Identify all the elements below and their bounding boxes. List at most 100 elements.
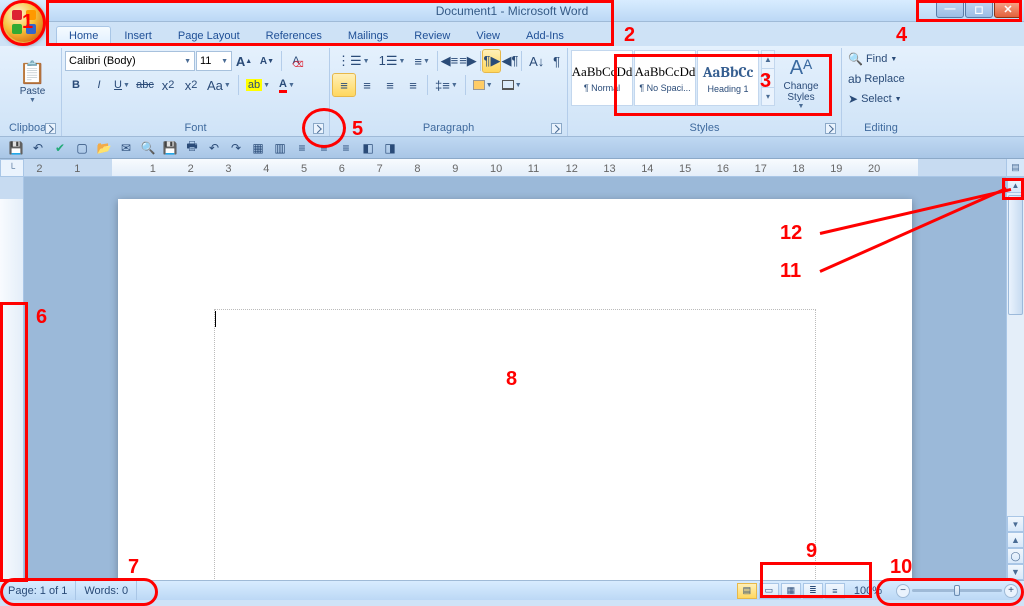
italic-button[interactable]: I — [88, 74, 110, 96]
ruler-toggle-button[interactable]: ▤ — [1006, 159, 1024, 176]
bullets-button[interactable]: ⋮☰▼ — [333, 50, 374, 72]
qat-save2-button[interactable]: 💾 — [160, 139, 180, 157]
qat-right-button[interactable]: ≡ — [336, 139, 356, 157]
find-button[interactable]: 🔍Find▼ — [845, 50, 917, 68]
bold-button[interactable]: B — [65, 74, 87, 96]
tab-view[interactable]: View — [463, 26, 513, 46]
styles-down-button[interactable]: ▼ — [762, 69, 774, 87]
rtl-button[interactable]: ◀¶ — [501, 50, 518, 72]
browse-object-button[interactable]: ◯ — [1007, 548, 1024, 564]
font-size-select[interactable]: 11▼ — [196, 51, 232, 71]
show-marks-button[interactable]: ¶ — [549, 50, 564, 72]
qat-open-button[interactable]: 📂 — [94, 139, 114, 157]
scroll-track[interactable] — [1007, 193, 1024, 516]
qat-center-button[interactable]: ≡ — [314, 139, 334, 157]
qat-cols-button[interactable]: ▥ — [270, 139, 290, 157]
zoom-slider[interactable] — [912, 589, 1002, 592]
zoom-level[interactable]: 100% — [846, 581, 890, 600]
tab-selector[interactable]: └ — [0, 159, 24, 177]
shading-button[interactable]: ▼ — [469, 74, 497, 96]
qat-ind1-button[interactable]: ◧ — [358, 139, 378, 157]
status-words[interactable]: Words: 0 — [76, 581, 137, 600]
increase-indent-button[interactable]: ≡▶ — [459, 50, 477, 72]
view-print-button[interactable]: ▤ — [737, 583, 757, 599]
tab-references[interactable]: References — [253, 26, 335, 46]
view-draft-button[interactable]: ≡ — [825, 583, 845, 599]
view-reading-button[interactable]: ▭ — [759, 583, 779, 599]
replace-button[interactable]: abReplace — [845, 70, 917, 88]
minimize-button[interactable]: — — [936, 0, 964, 18]
numbering-button[interactable]: 1☰▼ — [375, 50, 410, 72]
multilevel-button[interactable]: ≡▼ — [410, 50, 434, 72]
sort-button[interactable]: A↓ — [525, 50, 548, 72]
scroll-thumb[interactable] — [1008, 195, 1023, 315]
scroll-down-button[interactable]: ▼ — [1007, 516, 1024, 532]
office-button[interactable] — [2, 0, 46, 44]
change-case-button[interactable]: Aa▼ — [203, 74, 235, 96]
superscript-button[interactable]: x2 — [180, 74, 202, 96]
change-styles-button[interactable]: Aᴬ Change Styles ▼ — [777, 50, 825, 116]
style--normal[interactable]: AaBbCcDd¶ Normal — [571, 50, 633, 106]
subscript-button[interactable]: x2 — [157, 74, 179, 96]
tab-add-ins[interactable]: Add-Ins — [513, 26, 577, 46]
font-name-select[interactable]: Calibri (Body)▼ — [65, 51, 195, 71]
clipboard-launcher[interactable] — [45, 123, 56, 134]
qat-save-button[interactable]: 💾 — [6, 139, 26, 157]
zoom-in-button[interactable]: + — [1004, 584, 1018, 598]
styles-up-button[interactable]: ▲ — [762, 51, 774, 69]
qat-new-button[interactable]: ▢ — [72, 139, 92, 157]
style--no-spaci-[interactable]: AaBbCcDd¶ No Spaci... — [634, 50, 696, 106]
styles-more-button[interactable]: ▾ — [762, 88, 774, 105]
qat-email-button[interactable]: ✉ — [116, 139, 136, 157]
next-page-button[interactable]: ▼ — [1007, 564, 1024, 580]
align-left-button[interactable]: ≡ — [333, 74, 355, 96]
align-right-button[interactable]: ≡ — [379, 74, 401, 96]
shrink-font-button[interactable]: A▼ — [256, 50, 278, 72]
qat-table-button[interactable]: ▦ — [248, 139, 268, 157]
tab-review[interactable]: Review — [401, 26, 463, 46]
clear-format-button[interactable]: A⌫ — [285, 50, 307, 72]
qat-print-button[interactable]: 🖶 — [182, 139, 202, 157]
strikethrough-button[interactable]: abc — [134, 74, 156, 96]
qat-redo-button[interactable]: ↷ — [226, 139, 246, 157]
page[interactable] — [118, 199, 912, 580]
borders-button[interactable]: ▼ — [498, 74, 526, 96]
qat-ind2-button[interactable]: ◨ — [380, 139, 400, 157]
decrease-indent-button[interactable]: ◀≡ — [441, 50, 459, 72]
view-web-button[interactable]: ▦ — [781, 583, 801, 599]
tab-home[interactable]: Home — [56, 26, 111, 46]
tab-page-layout[interactable]: Page Layout — [165, 26, 253, 46]
styles-scroll[interactable]: ▲ ▼ ▾ — [761, 50, 775, 106]
align-center-button[interactable]: ≡ — [356, 74, 378, 96]
justify-button[interactable]: ≡ — [402, 74, 424, 96]
font-launcher[interactable] — [313, 123, 324, 134]
close-button[interactable]: ✕ — [994, 0, 1022, 18]
tab-insert[interactable]: Insert — [111, 26, 165, 46]
line-spacing-button[interactable]: ‡≡▼ — [431, 74, 462, 96]
paragraph-launcher[interactable] — [551, 123, 562, 134]
qat-preview-button[interactable]: 🔍 — [138, 139, 158, 157]
grow-font-button[interactable]: A▲ — [233, 50, 255, 72]
highlight-button[interactable]: ab▼ — [242, 74, 274, 96]
tab-mailings[interactable]: Mailings — [335, 26, 401, 46]
status-page[interactable]: Page: 1 of 1 — [0, 581, 76, 600]
maximize-button[interactable]: ◻ — [965, 0, 993, 18]
underline-button[interactable]: U▼ — [111, 74, 133, 96]
prev-page-button[interactable]: ▲ — [1007, 532, 1024, 548]
select-button[interactable]: ➤Select▼ — [845, 90, 917, 108]
qat-left-button[interactable]: ≡ — [292, 139, 312, 157]
font-color-button[interactable]: A▼ — [275, 74, 299, 96]
document-area[interactable] — [24, 177, 1006, 580]
ltr-button[interactable]: ¶▶ — [483, 50, 500, 72]
styles-launcher[interactable] — [825, 123, 836, 134]
style-heading-1[interactable]: AaBbCcHeading 1 — [697, 50, 759, 106]
zoom-out-button[interactable]: − — [896, 584, 910, 598]
qat-undo2-button[interactable]: ↶ — [204, 139, 224, 157]
view-outline-button[interactable]: ≣ — [803, 583, 823, 599]
qat-spell-button[interactable]: ✔ — [50, 139, 70, 157]
horizontal-ruler[interactable]: 211234567891011121314151617181920 — [24, 159, 1006, 176]
qat-undo-button[interactable]: ↶ — [28, 139, 48, 157]
scroll-up-button[interactable]: ▲ — [1007, 177, 1024, 193]
vertical-ruler[interactable] — [0, 177, 24, 580]
paste-button[interactable]: 📋 Paste ▼ — [7, 50, 58, 116]
